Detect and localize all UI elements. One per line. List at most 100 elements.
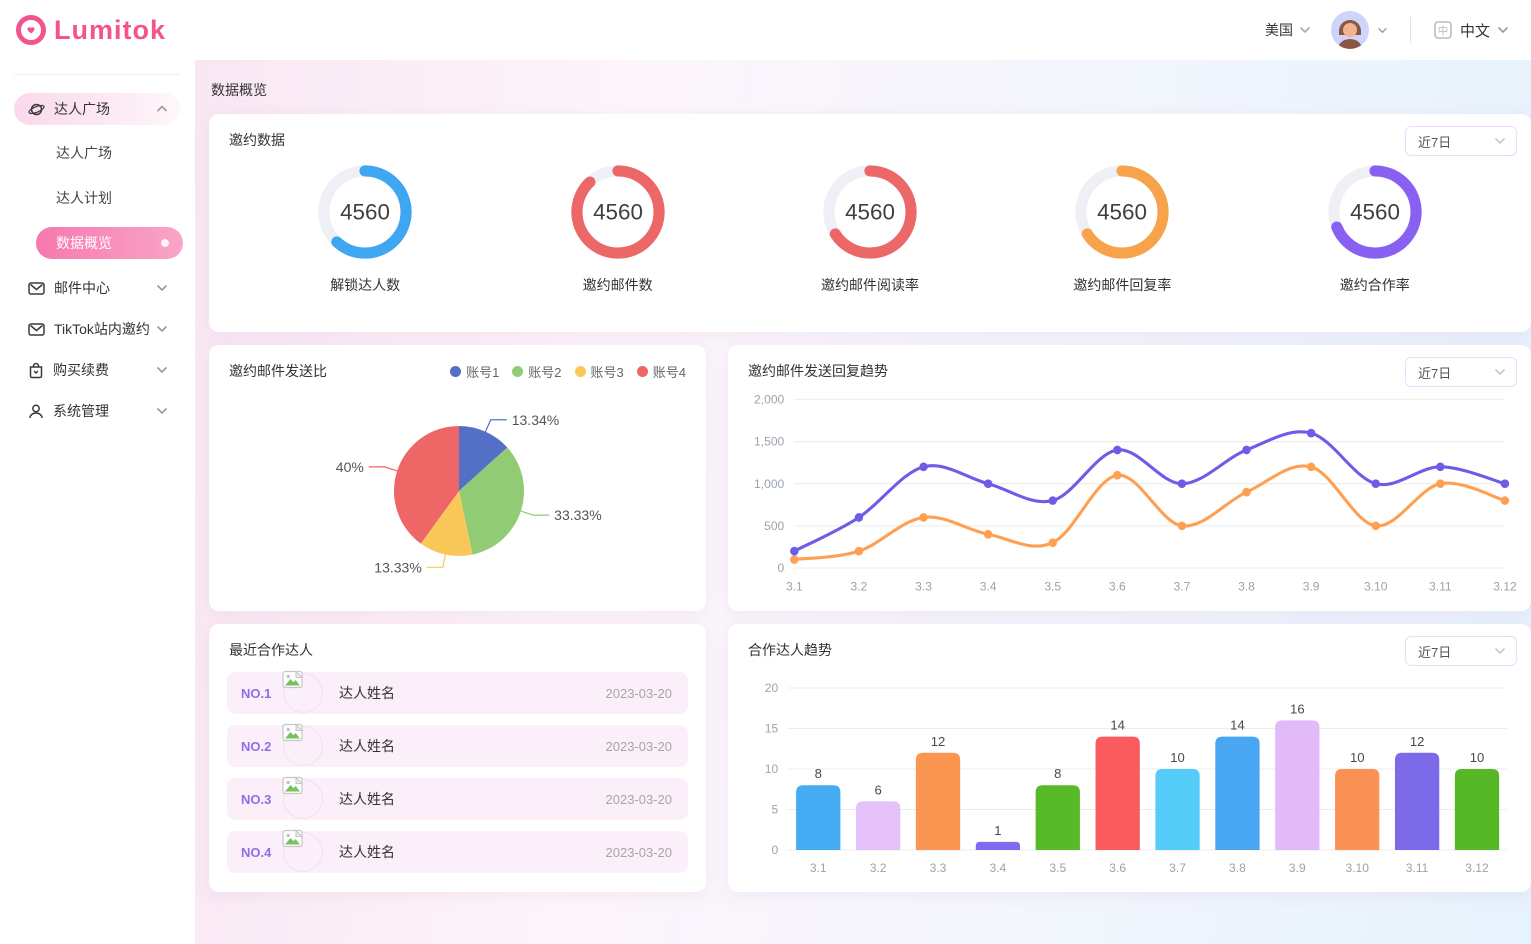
legend-dot	[574, 365, 586, 377]
bar-value-label: 16	[1290, 701, 1305, 716]
x-tick-label: 3.7	[1169, 861, 1186, 875]
mail-send-ratio-card: 邀约邮件发送比 账号1 账号2 账号3 账号4 13.34% 33.33% 13.3…	[209, 345, 706, 611]
donut-ring: 4560	[1075, 165, 1170, 259]
divider	[14, 74, 180, 75]
bar-value-label: 10	[1170, 750, 1185, 765]
legend-item: 账号3	[574, 362, 624, 381]
sidebar-group-mail-center[interactable]: 邮件中心	[14, 272, 180, 304]
legend-label: 账号3	[590, 364, 624, 380]
divider	[1409, 17, 1411, 43]
data-point	[1306, 428, 1316, 438]
partner-date: 2023-03-20	[605, 685, 673, 701]
invite-stat-label: 邀约合作率	[1339, 277, 1410, 293]
data-point	[1242, 487, 1251, 497]
period-value: 近7日	[1418, 365, 1452, 381]
sidebar: 达人广场 达人广场 达人计划 数据概览 邮件中心 TikTok站内邀约 购买续费…	[0, 60, 195, 944]
donut-ring: 4560	[823, 165, 917, 259]
sidebar-item-talent-plan[interactable]: 达人计划	[36, 182, 183, 214]
user-menu[interactable]	[1330, 11, 1388, 49]
svg-text:中: 中	[1438, 24, 1449, 37]
card-title: 邀约邮件发送回复趋势	[748, 363, 888, 379]
data-point	[854, 546, 864, 556]
sidebar-group-tiktok-invite[interactable]: TikTok站内邀约	[14, 313, 180, 345]
invite-stat-label: 邀约邮件数	[582, 277, 653, 293]
card-title: 邀约邮件发送比	[229, 363, 327, 379]
bar	[1394, 752, 1440, 850]
country-label: 美国	[1264, 22, 1293, 38]
data-point	[1113, 470, 1122, 480]
broken-image-icon	[282, 670, 304, 689]
data-point	[1500, 479, 1510, 489]
sidebar-item-talent-plaza[interactable]: 达人广场	[36, 137, 183, 169]
page-title: 数据概览	[211, 82, 267, 98]
partner-trend-card: 合作达人趋势 近7日 0 5 10 15 20 8 3.1 6 3.2 12 3.3 1 3.4 8 3.5…	[728, 624, 1531, 892]
x-tick-label: 3.9	[1303, 580, 1320, 594]
chevron-down-icon	[156, 407, 168, 415]
pie-leader-line	[368, 466, 398, 472]
pie-leader-line	[520, 510, 550, 516]
x-tick-label: 3.5	[1044, 580, 1061, 594]
y-tick-label: 15	[765, 722, 779, 736]
pie-leader-line	[484, 419, 507, 432]
legend-dot	[450, 365, 462, 377]
invite-data-card: 邀约数据 近7日 4560 解锁达人数 4560 邀约邮件数 4560 邀约邮件阅读率 45…	[209, 114, 1531, 332]
x-tick-label: 3.4	[990, 861, 1007, 875]
sidebar-group-talent-plaza[interactable]: 达人广场	[14, 93, 180, 125]
send-reply-trend-card: 邀约邮件发送回复趋势 近7日 0 500 1,000 1,500 2,000 3.1 3.2…	[728, 345, 1531, 611]
rank-badge: NO.4	[241, 844, 272, 860]
legend-dot	[512, 365, 524, 377]
sidebar-group-label: 邮件中心	[54, 280, 110, 296]
sidebar-group-purchase-renew[interactable]: 购买续费	[14, 354, 180, 386]
sidebar-group-system-admin[interactable]: 系统管理	[14, 395, 180, 427]
svg-text:4560: 4560	[593, 199, 643, 224]
mail-icon	[28, 281, 45, 296]
legend-label: 账号2	[528, 364, 562, 380]
pie-label: 33.33%	[554, 507, 601, 523]
period-select[interactable]: 近7日	[1405, 636, 1517, 666]
sidebar-group-label: TikTok站内邀约	[54, 321, 150, 337]
y-tick-label: 2,000	[754, 392, 784, 406]
card-title: 邀约数据	[229, 132, 285, 148]
card-title: 最近合作达人	[229, 642, 313, 658]
x-tick-label: 3.10	[1364, 580, 1388, 594]
chevron-down-icon	[1494, 368, 1506, 376]
donut-ring: 4560	[1328, 165, 1422, 259]
bar	[1275, 720, 1320, 850]
data-point	[983, 529, 993, 539]
period-select[interactable]: 近7日	[1405, 357, 1517, 387]
x-tick-label: 3.9	[1289, 861, 1306, 875]
bar-value-label: 14	[1230, 718, 1245, 733]
language-selector[interactable]: 中 中文	[1433, 20, 1509, 41]
x-tick-label: 3.5	[1049, 861, 1066, 875]
rank-badge: NO.3	[241, 791, 272, 807]
period-select[interactable]: 近7日	[1405, 126, 1517, 156]
x-tick-label: 3.3	[915, 580, 932, 594]
topbar-right: 美国 中 中文	[1265, 11, 1509, 49]
broken-image-icon	[282, 829, 304, 848]
x-tick-label: 3.11	[1406, 861, 1429, 875]
avatar[interactable]	[1330, 11, 1369, 49]
svg-text:4560: 4560	[1097, 199, 1147, 224]
donut-ring: 4560	[570, 165, 665, 259]
chevron-down-icon	[1494, 137, 1506, 145]
pie-label: 13.33%	[374, 559, 421, 575]
x-tick-label: 3.1	[786, 580, 803, 594]
list-item[interactable]: NO.1 达人姓名 2023-03-20	[227, 670, 688, 714]
bar-value-label: 10	[1470, 750, 1485, 765]
sidebar-item-label: 数据概览	[56, 235, 112, 251]
pie-label: 40%	[336, 459, 364, 475]
period-value: 近7日	[1418, 644, 1452, 660]
rank-badge: NO.2	[241, 738, 272, 754]
bar-value-label: 12	[931, 734, 946, 749]
x-tick-label: 3.1	[810, 861, 827, 875]
card-title: 合作达人趋势	[748, 642, 832, 658]
bar	[1155, 769, 1200, 850]
sidebar-item-data-overview[interactable]: 数据概览	[36, 227, 183, 259]
svg-text:4560: 4560	[845, 199, 895, 224]
country-selector[interactable]: 美国	[1265, 20, 1311, 40]
bar-value-label: 8	[815, 766, 822, 781]
list-item[interactable]: NO.4 达人姓名 2023-03-20	[227, 829, 688, 873]
x-tick-label: 3.2	[870, 861, 887, 875]
list-item[interactable]: NO.2 达人姓名 2023-03-20	[227, 723, 688, 767]
list-item[interactable]: NO.3 达人姓名 2023-03-20	[227, 776, 688, 820]
